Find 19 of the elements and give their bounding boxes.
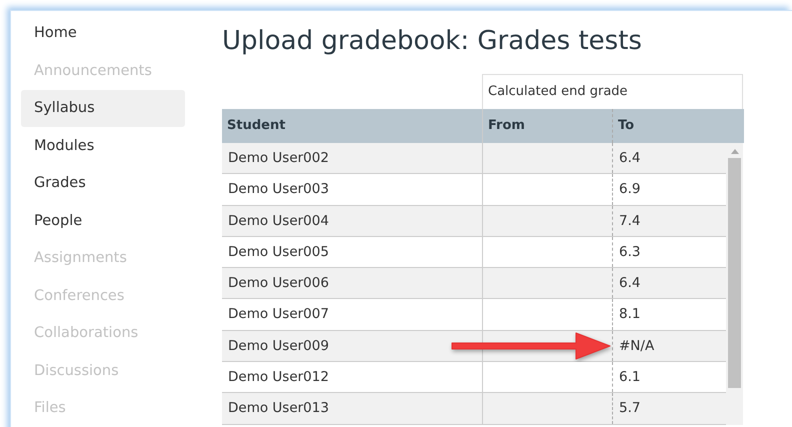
table-cell-text: Demo User013 <box>227 399 330 418</box>
table-cell-text: Demo User009 <box>227 336 330 356</box>
table-cell-text: Demo User003 <box>227 180 330 200</box>
scroll-up-icon[interactable] <box>730 149 738 154</box>
table-cell-text: Demo User012 <box>227 368 330 388</box>
page-title: Upload gradebook: Grades tests <box>222 25 643 58</box>
column-header: Student <box>226 117 286 135</box>
table-cell-text: Demo User004 <box>227 212 330 231</box>
table-cell-text: Demo User002 <box>227 149 330 168</box>
table-cell-text: Demo User007 <box>227 305 330 324</box>
scrollbar-thumb[interactable] <box>728 158 741 388</box>
scrollbar[interactable] <box>726 143 743 425</box>
sidebar-item[interactable]: People <box>21 202 185 240</box>
sidebar-item[interactable]: Syllabus <box>21 90 185 127</box>
table-cell-text: Demo User005 <box>227 242 330 262</box>
sidebar-item[interactable]: Home <box>21 15 185 52</box>
table-cell-text: Demo User006 <box>227 274 330 294</box>
sidebar-item[interactable]: Grades <box>21 165 185 202</box>
sidebar-item[interactable]: Modules <box>21 128 185 164</box>
